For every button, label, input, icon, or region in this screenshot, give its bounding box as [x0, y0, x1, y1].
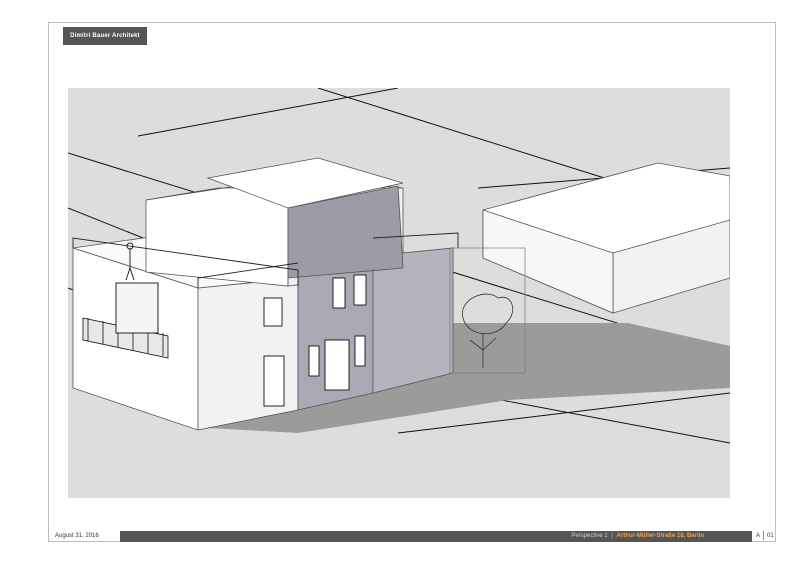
page-number: 01 [767, 533, 774, 540]
view-label: Perspective 1 [571, 533, 608, 539]
sheet-letter: A [756, 533, 761, 540]
footer-title-bar: Perspective 1 | Arthur-Müller-Straße 16,… [120, 531, 752, 542]
project-address: Arthur-Müller-Straße 16, Berlin [616, 533, 704, 539]
neighbor-block [482, 162, 730, 314]
perspective-viewport [68, 88, 730, 498]
firm-name-badge: Dimitri Bauer Architekt [63, 27, 147, 45]
page-divider [763, 531, 765, 540]
footer-date: August 31, 2016 [55, 533, 99, 539]
building-perspective-drawing [68, 88, 730, 444]
title-separator: | [611, 533, 613, 539]
sheet-number: A 01 [756, 531, 774, 542]
